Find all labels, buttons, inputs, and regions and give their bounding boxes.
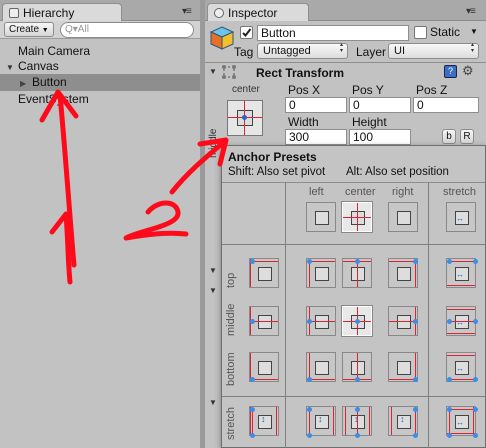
annotation-digit-1 [49, 211, 73, 285]
annotation-layer [39, 89, 229, 285]
annotation-arrow-2 [169, 139, 227, 195]
annotation-digit-2 [123, 200, 189, 241]
